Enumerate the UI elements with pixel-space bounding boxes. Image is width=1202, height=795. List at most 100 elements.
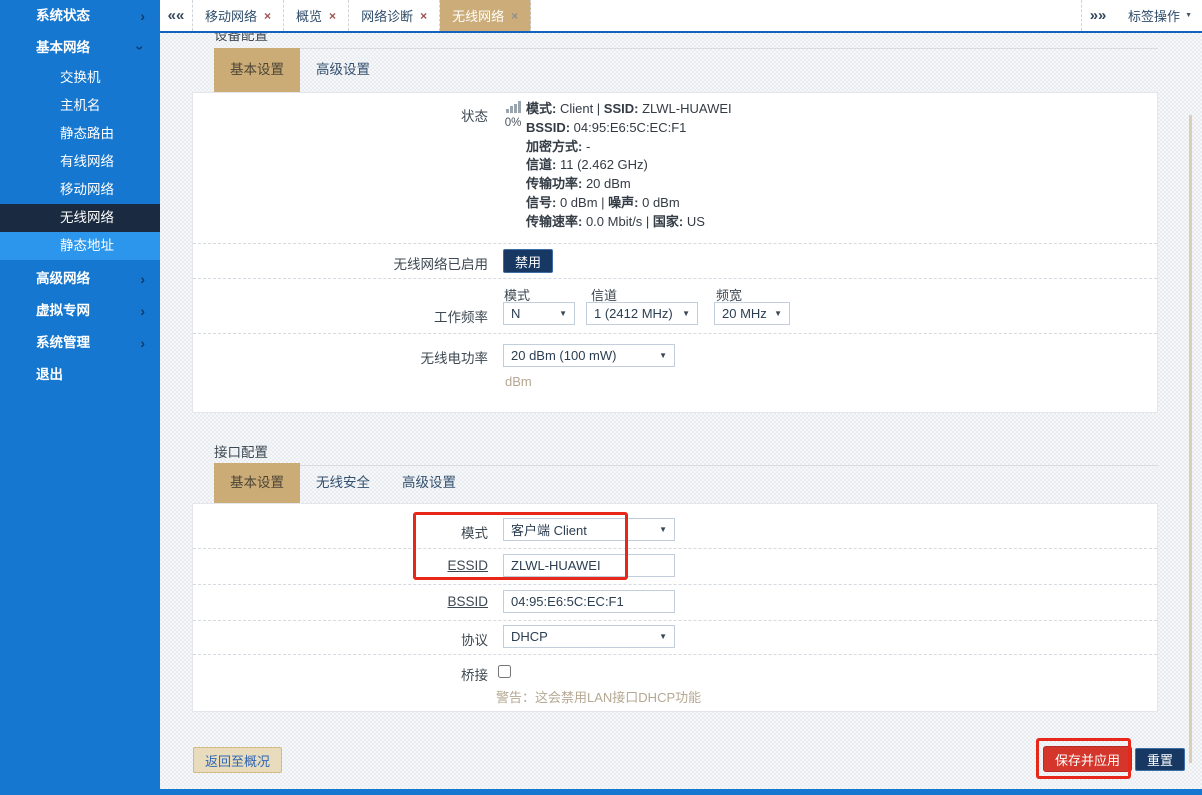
- tab-label: 无线网络: [452, 6, 504, 25]
- bridge-checkbox[interactable]: [498, 665, 511, 678]
- channel-select[interactable]: 1 (2412 MHz) ▼: [586, 302, 698, 325]
- mode-select[interactable]: N ▼: [503, 302, 575, 325]
- protocol-label: 协议: [193, 629, 488, 649]
- disable-button[interactable]: 禁用: [503, 249, 553, 273]
- tag-operations-dropdown[interactable]: 标签操作 ▼: [1114, 0, 1202, 31]
- radio-power-select[interactable]: 20 dBm (100 mW) ▼: [503, 344, 675, 367]
- tab-network-diagnostics[interactable]: 网络诊断 ×: [349, 0, 440, 31]
- sidebar-item-label: 交换机: [60, 70, 101, 85]
- main-content: 设备配置 基本设置 高级设置 状态 0% 模式: Client | SSID: …: [160, 33, 1202, 795]
- interface-tab-wireless-security[interactable]: 无线安全: [300, 463, 386, 503]
- sidebar-item-wireless-network[interactable]: 无线网络: [0, 204, 160, 232]
- interface-mode-select[interactable]: 客户端 Client ▼: [503, 518, 675, 541]
- sidebar-item-static-address[interactable]: 静态地址: [0, 232, 160, 260]
- device-tab-advanced-settings[interactable]: 高级设置: [300, 48, 386, 92]
- tab-wireless-network[interactable]: 无线网络 ×: [440, 0, 531, 31]
- width-select-value: 20 MHz: [722, 306, 767, 321]
- sidebar-item-basic-network[interactable]: 基本网络 ›: [0, 32, 160, 64]
- close-icon[interactable]: ×: [264, 9, 271, 23]
- sidebar-item-label: 高级网络: [36, 271, 90, 286]
- signal-percent: 0%: [500, 117, 526, 129]
- radio-power-select-value: 20 dBm (100 mW): [511, 348, 616, 363]
- status-lines: 模式: Client | SSID: ZLWL-HUAWEI BSSID: 04…: [526, 100, 732, 232]
- chevron-right-icon: ›: [140, 263, 145, 295]
- caret-down-icon: ▼: [659, 632, 667, 641]
- tab-mobile-network[interactable]: 移动网络 ×: [193, 0, 284, 31]
- operating-frequency-row: 工作频率 模式 信道 频宽 N ▼ 1 (2412 MHz) ▼ 20 MHz …: [193, 278, 1157, 333]
- essid-label[interactable]: ESSID: [193, 558, 488, 573]
- essid-row: ESSID: [193, 548, 1157, 584]
- back-to-overview-button[interactable]: 返回至概况: [193, 747, 282, 773]
- tab-bar: «« 移动网络 × 概览 × 网络诊断 × 无线网络 × »» 标签操作 ▼: [160, 0, 1202, 33]
- signal-strength-icon: 0%: [500, 101, 526, 129]
- chevron-right-icon: ›: [140, 0, 145, 32]
- close-icon[interactable]: ×: [511, 9, 518, 23]
- sidebar-item-static-route[interactable]: 静态路由: [0, 120, 160, 148]
- chevron-right-icon: ›: [140, 327, 145, 359]
- sidebar-item-switch[interactable]: 交换机: [0, 64, 160, 92]
- mode-label: 模式: [193, 522, 488, 542]
- status-row: 状态 0% 模式: Client | SSID: ZLWL-HUAWEI BSS…: [193, 93, 1157, 243]
- close-icon[interactable]: ×: [420, 9, 427, 23]
- sidebar-item-mobile-network[interactable]: 移动网络: [0, 176, 160, 204]
- sidebar-item-wired-network[interactable]: 有线网络: [0, 148, 160, 176]
- chevron-down-icon: ›: [125, 46, 157, 51]
- status-line: BSSID: 04:95:E6:5C:EC:F1: [526, 119, 732, 138]
- tabs-scroll-right-button[interactable]: »»: [1081, 0, 1114, 31]
- sidebar-item-vpn[interactable]: 虚拟专网 ›: [0, 295, 160, 327]
- sidebar-item-label: 系统管理: [36, 335, 90, 350]
- sidebar-item-label: 虚拟专网: [36, 303, 90, 318]
- tab-overview[interactable]: 概览 ×: [284, 0, 349, 31]
- bottom-accent-bar: [0, 789, 1202, 795]
- status-line: 加密方式: -: [526, 138, 732, 157]
- double-arrow-left-icon: «: [168, 7, 176, 24]
- bridge-row: 桥接 警告：这会禁用LAN接口DHCP功能: [193, 654, 1157, 713]
- close-icon[interactable]: ×: [329, 9, 336, 23]
- interface-tab-basic-settings[interactable]: 基本设置: [214, 463, 300, 503]
- double-arrow-right-icon: »: [1090, 7, 1098, 24]
- status-line: 模式: Client | SSID: ZLWL-HUAWEI: [526, 100, 732, 119]
- protocol-row: 协议 DHCP ▼: [193, 620, 1157, 654]
- sidebar-item-logout[interactable]: 退出: [0, 359, 160, 391]
- operating-frequency-label: 工作频率: [193, 306, 488, 326]
- radio-power-row: 无线电功率 20 dBm (100 mW) ▼ dBm: [193, 333, 1157, 414]
- sidebar-item-label: 无线网络: [60, 210, 114, 225]
- interface-config-card: 模式 客户端 Client ▼ ESSID BSSID 协议 DHCP ▼ 桥接: [192, 503, 1158, 712]
- protocol-select[interactable]: DHCP ▼: [503, 625, 675, 648]
- scrollbar-track[interactable]: [1189, 115, 1192, 763]
- reset-button[interactable]: 重置: [1135, 748, 1185, 771]
- radio-power-label: 无线电功率: [193, 347, 488, 367]
- sidebar: 系统状态 › 基本网络 › 交换机 主机名 静态路由 有线网络 移动网络 无线网…: [0, 0, 160, 795]
- sidebar-item-label: 主机名: [60, 98, 101, 113]
- interface-tab-advanced-settings[interactable]: 高级设置: [386, 463, 472, 503]
- caret-down-icon: ▼: [682, 309, 690, 318]
- status-line: 传输功率: 20 dBm: [526, 175, 732, 194]
- save-and-apply-button[interactable]: 保存并应用: [1043, 746, 1132, 772]
- interface-mode-select-value: 客户端 Client: [511, 520, 587, 539]
- wireless-enabled-label: 无线网络已启用: [193, 253, 488, 273]
- tag-operations-label: 标签操作: [1128, 6, 1180, 25]
- caret-down-icon: ▼: [1185, 12, 1192, 19]
- radio-power-unit-hint: dBm: [505, 374, 532, 389]
- essid-input[interactable]: [503, 554, 675, 577]
- sidebar-item-hostname[interactable]: 主机名: [0, 92, 160, 120]
- sidebar-item-label: 退出: [36, 367, 63, 382]
- caret-down-icon: ▼: [659, 351, 667, 360]
- bssid-label[interactable]: BSSID: [193, 594, 488, 609]
- chevron-right-icon: ›: [140, 295, 145, 327]
- tab-label: 网络诊断: [361, 6, 413, 25]
- sidebar-item-label: 有线网络: [60, 154, 114, 169]
- device-tab-basic-settings[interactable]: 基本设置: [214, 48, 300, 92]
- sidebar-item-system-status[interactable]: 系统状态 ›: [0, 0, 160, 32]
- bssid-input[interactable]: [503, 590, 675, 613]
- bridge-label: 桥接: [193, 664, 488, 684]
- tabs-scroll-left-button[interactable]: ««: [160, 0, 193, 31]
- sidebar-item-label: 系统状态: [36, 8, 90, 23]
- sidebar-item-advanced-network[interactable]: 高级网络 ›: [0, 263, 160, 295]
- device-config-title: 设备配置: [214, 33, 268, 44]
- width-select[interactable]: 20 MHz ▼: [714, 302, 790, 325]
- caret-down-icon: ▼: [774, 309, 782, 318]
- mode-select-value: N: [511, 306, 520, 321]
- sidebar-item-system-management[interactable]: 系统管理 ›: [0, 327, 160, 359]
- status-line: 信号: 0 dBm | 噪声: 0 dBm: [526, 194, 732, 213]
